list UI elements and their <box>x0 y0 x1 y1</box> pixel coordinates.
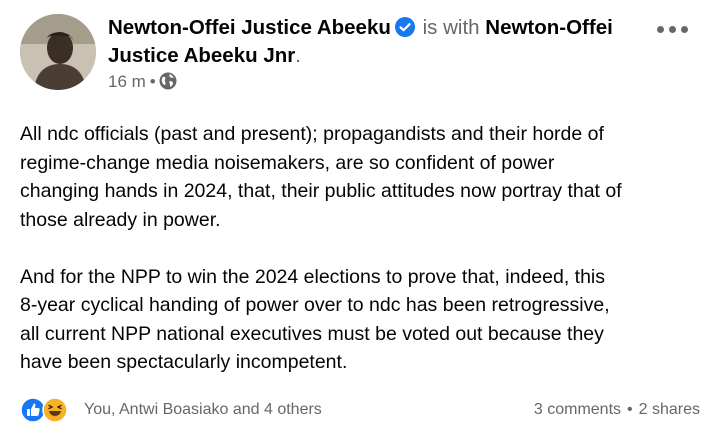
avatar-photo <box>20 14 96 90</box>
post-body: All ndc officials (past and present); pr… <box>20 120 710 377</box>
body-line: And for the NPP to win the 2024 election… <box>20 265 606 288</box>
with-text: is with <box>422 16 480 39</box>
count-separator: • <box>627 401 633 418</box>
tagged-suffix: . <box>295 44 301 67</box>
verified-badge-icon <box>394 17 415 37</box>
shares-count[interactable]: 2 shares <box>639 401 700 418</box>
more-dot-icon <box>669 26 676 33</box>
more-dot-icon <box>681 26 688 33</box>
body-line: All ndc officials (past and present); pr… <box>20 123 604 145</box>
tagged-name-part2[interactable]: Justice Abeeku Jnr <box>108 44 295 67</box>
reaction-icons[interactable] <box>20 396 80 424</box>
body-line: changing hands in 2024, that, their publ… <box>20 180 622 202</box>
more-options-button[interactable] <box>656 22 690 36</box>
body-line: those already in power. <box>20 208 221 231</box>
body-line: 8-year cyclical handing of power over to… <box>20 294 610 316</box>
more-dot-icon <box>657 26 664 33</box>
body-line: regime-change media noisemakers, are so … <box>20 151 555 174</box>
comments-count[interactable]: 3 comments <box>534 401 621 418</box>
post-footer: You, Antwi Boasiako and 4 others 3 comme… <box>20 396 700 424</box>
haha-icon <box>42 397 68 423</box>
meta-separator: • <box>149 72 156 91</box>
post-header-continued: Justice Abeeku Jnr. <box>108 43 301 68</box>
author-name[interactable]: Newton-Offei Justice Abeeku <box>108 16 391 39</box>
reaction-names[interactable]: You, Antwi Boasiako and 4 others <box>84 400 322 420</box>
body-line: have been spectacularly incompetent. <box>20 351 348 373</box>
post-header: Newton-Offei Justice Abeeku is with Newt… <box>108 15 613 40</box>
avatar[interactable] <box>20 14 96 90</box>
post-meta: 16 m • <box>108 71 177 93</box>
post-card: Newton-Offei Justice Abeeku is with Newt… <box>0 0 720 443</box>
globe-icon[interactable] <box>159 72 177 90</box>
engagement-counts: 3 comments • 2 shares <box>534 400 700 420</box>
body-line: all current NPP national executives must… <box>20 322 604 345</box>
tagged-name-part1[interactable]: Newton-Offei <box>485 16 613 39</box>
post-time[interactable]: 16 m <box>108 72 146 91</box>
